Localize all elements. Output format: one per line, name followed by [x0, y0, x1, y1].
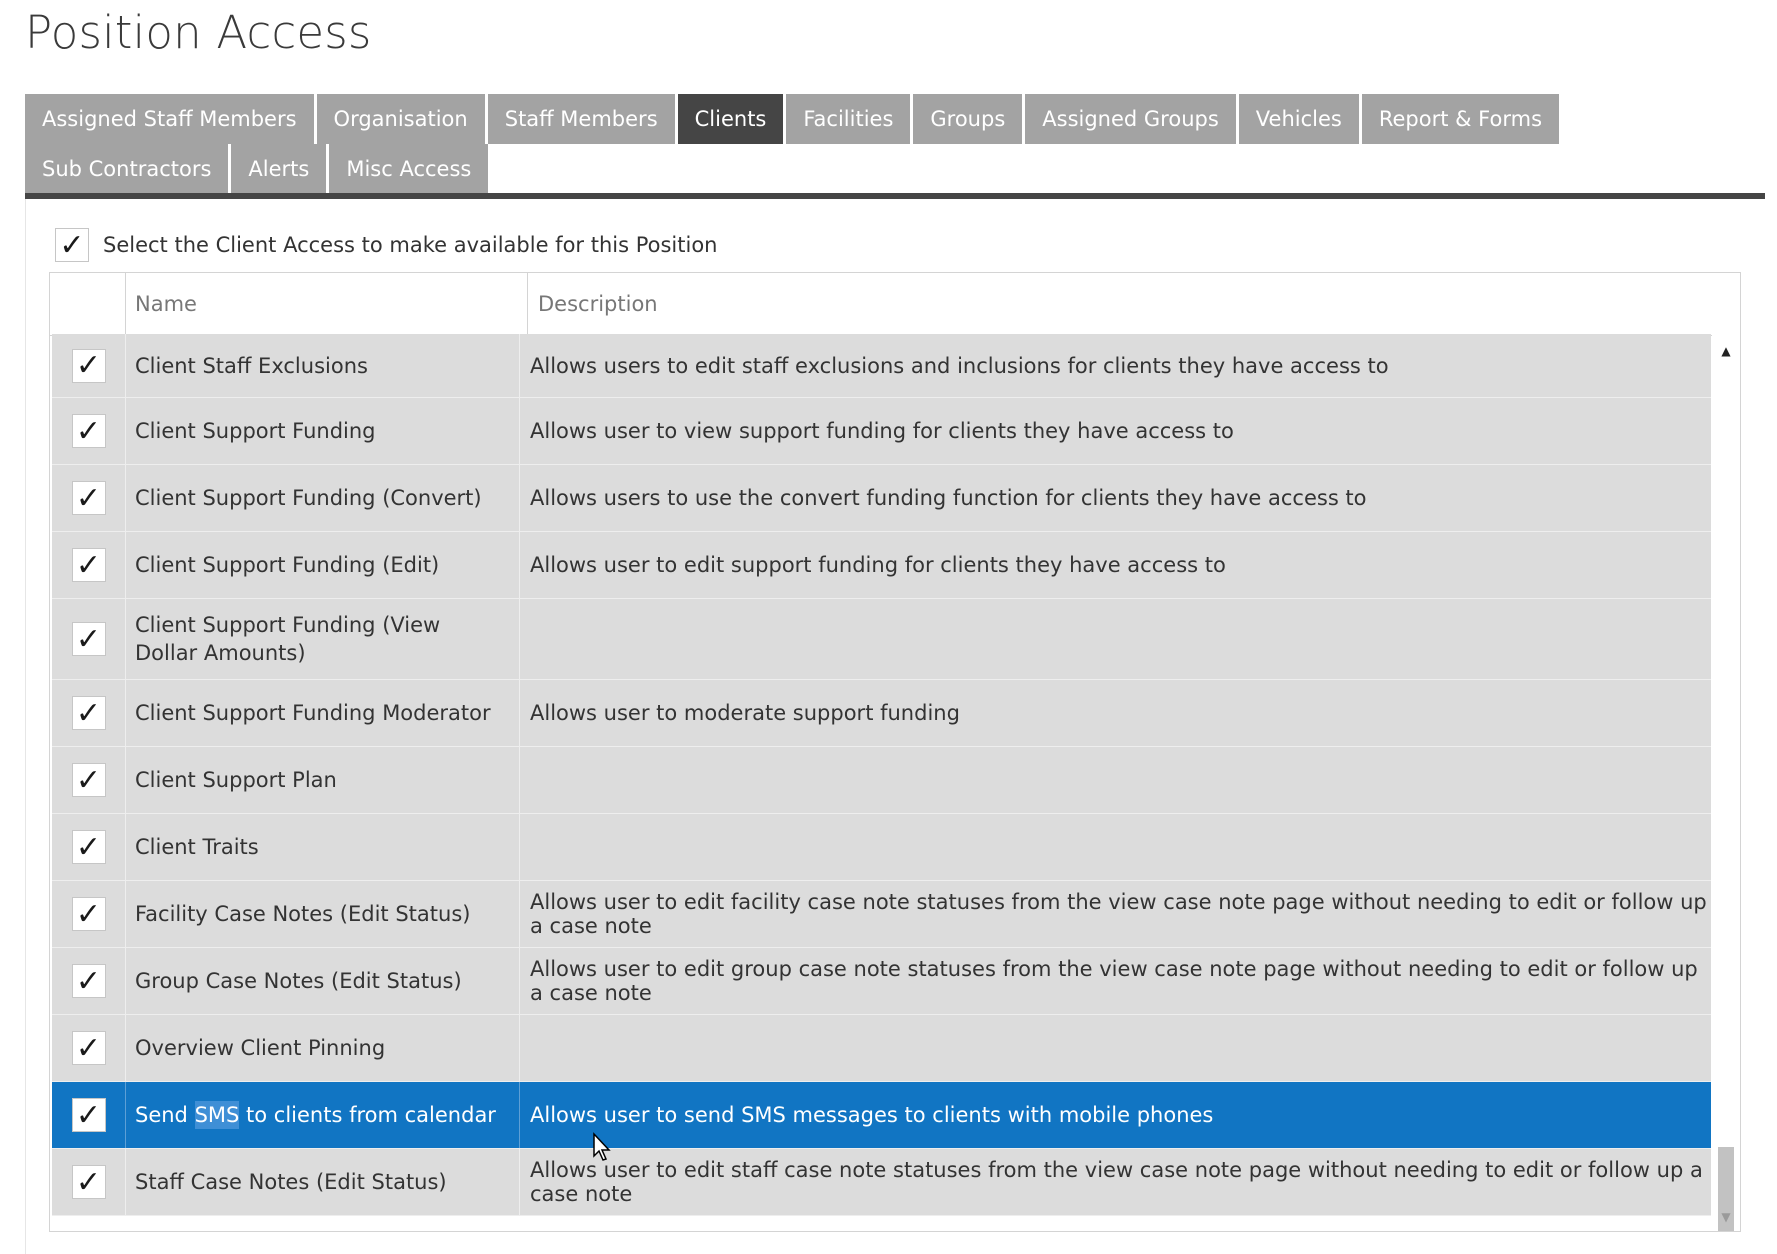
row-checkbox[interactable]: ✓: [71, 547, 106, 583]
row-description: Allows user to edit facility case note s…: [530, 890, 1707, 938]
table-row[interactable]: ✓ Overview Client Pinning: [52, 1015, 1711, 1082]
row-name: Staff Case Notes (Edit Status): [126, 1149, 520, 1215]
mouse-pointer-icon: [593, 1132, 611, 1161]
grid-header: Name Description: [50, 273, 1740, 336]
header-check-column: [50, 273, 126, 335]
row-name: Send SMS to clients from calendar: [126, 1082, 520, 1148]
row-name: Client Support Funding (View Dollar Amou…: [126, 599, 520, 679]
scroll-up-arrow-icon[interactable]: ▲: [1712, 339, 1740, 363]
page-title: Position Access: [25, 6, 372, 59]
table-row[interactable]: ✓ Client Support Funding (View Dollar Am…: [52, 599, 1711, 680]
select-all-label: Select the Client Access to make availab…: [103, 233, 718, 257]
grid-body: ✓ Client Staff Exclusions Allows users t…: [52, 334, 1711, 1216]
row-description: Allows user to edit support funding for …: [530, 553, 1226, 577]
row-name-highlight: SMS: [194, 1101, 240, 1129]
check-icon: ✓: [75, 829, 102, 865]
row-checkbox[interactable]: ✓: [71, 348, 106, 383]
table-row-selected[interactable]: ✓ Send SMS to clients from calendar Allo…: [52, 1082, 1711, 1149]
scroll-down-arrow-icon[interactable]: ▼: [1712, 1205, 1740, 1229]
tab-assigned-staff-members[interactable]: Assigned Staff Members: [25, 94, 314, 144]
grid-scrollbar[interactable]: ▲ ▼: [1712, 335, 1740, 1231]
row-checkbox[interactable]: ✓: [71, 963, 106, 999]
row-name: Client Support Plan: [126, 747, 520, 813]
row-checkbox[interactable]: ✓: [71, 1030, 106, 1066]
table-row[interactable]: ✓ Group Case Notes (Edit Status) Allows …: [52, 948, 1711, 1015]
tab-organisation[interactable]: Organisation: [316, 94, 485, 144]
check-icon: ✓: [75, 762, 102, 798]
tab-staff-members[interactable]: Staff Members: [487, 94, 675, 144]
tab-vehicles[interactable]: Vehicles: [1238, 94, 1359, 144]
select-all-checkbox[interactable]: ✓: [55, 227, 89, 263]
tab-report-forms[interactable]: Report & Forms: [1361, 94, 1560, 144]
row-checkbox[interactable]: ✓: [71, 829, 106, 865]
row-description: [520, 599, 1711, 679]
header-name[interactable]: Name: [126, 273, 528, 335]
tab-alerts[interactable]: Alerts: [231, 144, 327, 194]
row-checkbox[interactable]: ✓: [71, 621, 106, 657]
row-description: Allows user to moderate support funding: [530, 701, 960, 725]
select-all-row: ✓ Select the Client Access to make avail…: [55, 227, 718, 263]
row-description: [520, 747, 1711, 813]
row-description: [520, 814, 1711, 880]
row-description: Allows user to edit staff case note stat…: [530, 1158, 1703, 1206]
check-icon: ✓: [75, 547, 102, 583]
check-icon: ✓: [75, 963, 102, 999]
row-checkbox[interactable]: ✓: [71, 1164, 106, 1200]
table-row[interactable]: ✓ Client Support Funding (Edit) Allows u…: [52, 532, 1711, 599]
row-name: Overview Client Pinning: [126, 1015, 520, 1081]
row-checkbox[interactable]: ✓: [71, 413, 106, 449]
row-name: Client Support Funding: [126, 398, 520, 464]
table-row[interactable]: ✓ Client Support Funding Allows user to …: [52, 398, 1711, 465]
table-row[interactable]: ✓ Client Support Plan: [52, 747, 1711, 814]
row-checkbox[interactable]: ✓: [71, 896, 106, 932]
row-name: Group Case Notes (Edit Status): [126, 948, 520, 1014]
row-name: Client Support Funding (Convert): [126, 465, 520, 531]
tab-assigned-groups[interactable]: Assigned Groups: [1025, 94, 1236, 144]
row-name: Client Support Funding Moderator: [126, 680, 520, 746]
row-description: Allows user to send SMS messages to clie…: [530, 1103, 1214, 1127]
check-icon: ✓: [75, 695, 102, 731]
check-icon: ✓: [75, 480, 102, 516]
check-icon: ✓: [75, 1097, 102, 1133]
row-name: Client Traits: [126, 814, 520, 880]
row-checkbox[interactable]: ✓: [71, 762, 106, 798]
check-icon: ✓: [59, 227, 85, 263]
row-name-suffix: to clients from calendar: [239, 1103, 496, 1127]
table-row[interactable]: ✓ Client Traits: [52, 814, 1711, 881]
header-description[interactable]: Description: [528, 273, 1740, 335]
check-icon: ✓: [75, 348, 102, 383]
tab-sub-contractors[interactable]: Sub Contractors: [25, 144, 229, 194]
check-icon: ✓: [75, 413, 102, 449]
row-checkbox[interactable]: ✓: [71, 695, 106, 731]
row-description: Allows user to view support funding for …: [530, 419, 1234, 443]
table-row[interactable]: ✓ Client Support Funding Moderator Allow…: [52, 680, 1711, 747]
row-name: Client Staff Exclusions: [126, 334, 520, 397]
tab-misc-access[interactable]: Misc Access: [329, 144, 489, 194]
tab-clients[interactable]: Clients: [677, 94, 784, 144]
table-row[interactable]: ✓ Client Staff Exclusions Allows users t…: [52, 334, 1711, 398]
tab-groups[interactable]: Groups: [913, 94, 1023, 144]
row-description: Allows users to edit staff exclusions an…: [530, 353, 1389, 378]
tab-facilities[interactable]: Facilities: [786, 94, 911, 144]
check-icon: ✓: [75, 1030, 102, 1066]
table-row[interactable]: ✓ Staff Case Notes (Edit Status) Allows …: [52, 1149, 1711, 1216]
client-access-grid: Name Description ✓ Client Staff Exclusio…: [49, 272, 1741, 1232]
table-row[interactable]: ✓ Facility Case Notes (Edit Status) Allo…: [52, 881, 1711, 948]
row-name-prefix: Send: [135, 1103, 195, 1127]
tab-bar: Assigned Staff Members Organisation Staf…: [25, 94, 1765, 194]
check-icon: ✓: [75, 896, 102, 932]
check-icon: ✓: [75, 621, 102, 657]
row-checkbox[interactable]: ✓: [71, 1097, 106, 1133]
row-name: Client Support Funding (Edit): [126, 532, 520, 598]
check-icon: ✓: [75, 1164, 102, 1200]
row-description: [520, 1015, 1711, 1081]
row-description: Allows user to edit group case note stat…: [530, 957, 1698, 1005]
table-row[interactable]: ✓ Client Support Funding (Convert) Allow…: [52, 465, 1711, 532]
row-name: Facility Case Notes (Edit Status): [126, 881, 520, 947]
row-checkbox[interactable]: ✓: [71, 480, 106, 516]
row-description: Allows users to use the convert funding …: [530, 486, 1367, 510]
